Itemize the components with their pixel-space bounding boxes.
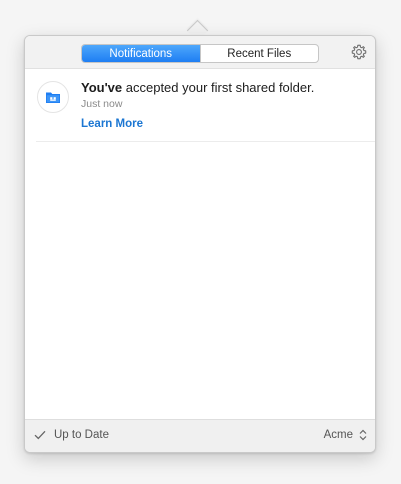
notification-title-rest: accepted your first shared folder. [122, 80, 315, 95]
tab-notifications[interactable]: Notifications [82, 45, 200, 62]
segmented-control: Notifications Recent Files [81, 44, 319, 63]
account-selector[interactable]: Acme [324, 429, 367, 441]
notification-body: You've accepted your first shared folder… [81, 80, 371, 132]
notification-list: You've accepted your first shared folder… [25, 69, 375, 419]
footer: Up to Date Acme [25, 419, 375, 452]
notification-title-bold: You've [81, 80, 123, 95]
stage: Notifications Recent Files You've accept… [0, 0, 401, 484]
notification-time: Just now [81, 98, 123, 110]
checkmark-icon [34, 430, 46, 440]
up-down-chevron-icon [359, 429, 367, 441]
learn-more-link[interactable]: Learn More [81, 118, 143, 130]
popover: Notifications Recent Files You've accept… [24, 35, 376, 453]
list-item[interactable]: You've accepted your first shared folder… [36, 69, 375, 142]
gear-icon[interactable] [351, 44, 367, 60]
shared-folder-icon [37, 81, 69, 113]
notification-title: You've accepted your first shared folder… [81, 80, 371, 96]
sync-status-label: Up to Date [54, 429, 109, 441]
header: Notifications Recent Files [25, 36, 375, 69]
account-name: Acme [323, 429, 353, 441]
tab-recent-files[interactable]: Recent Files [199, 45, 319, 62]
sync-status: Up to Date [34, 429, 109, 441]
